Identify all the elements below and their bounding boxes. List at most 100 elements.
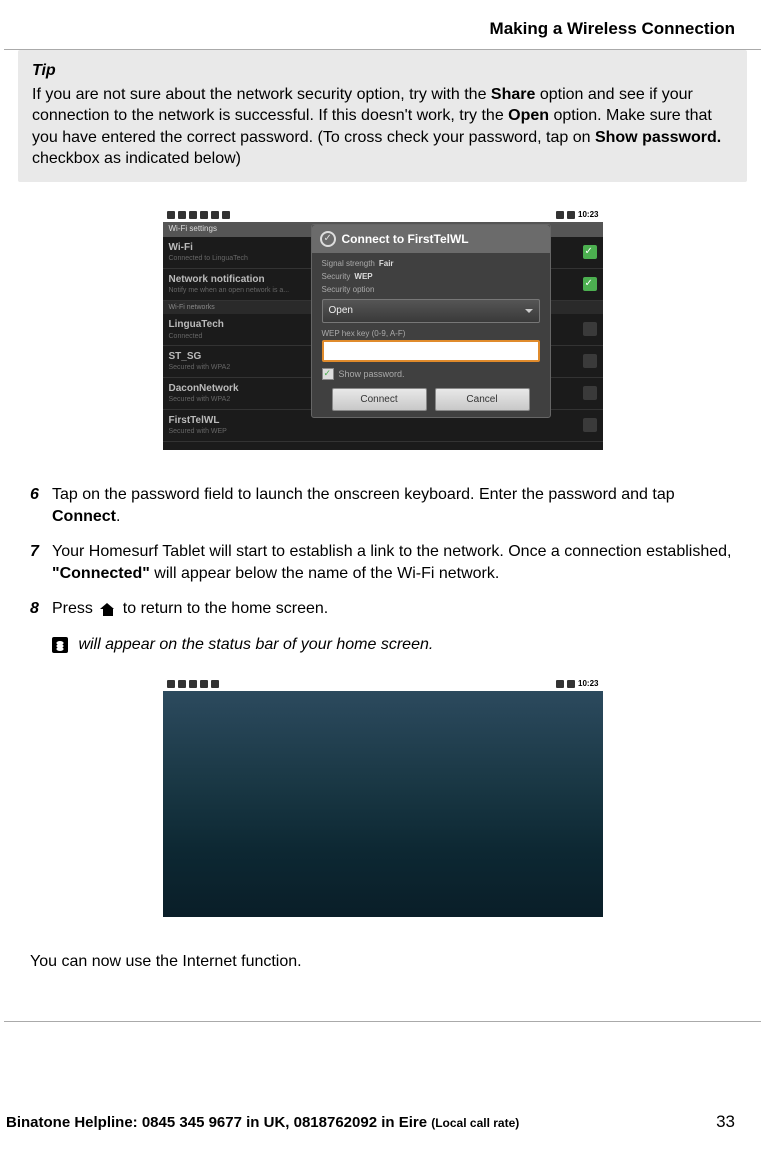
step-number: 7 (30, 541, 52, 584)
dialog-header: Connect to FirstTelWL (312, 225, 550, 253)
step-8: 8 Press to return to the home screen. (30, 598, 735, 620)
wifi-status-icon (52, 637, 68, 653)
password-input[interactable] (322, 340, 540, 362)
connect-check-icon (320, 231, 336, 247)
show-password-row[interactable]: Show password. (322, 368, 540, 380)
page-footer: Binatone Helpline: 0845 345 9677 in UK, … (0, 1111, 765, 1134)
checkbox-checked-icon[interactable] (583, 245, 597, 259)
step-6-bold: Connect (52, 508, 116, 525)
status-time: 10:23 (578, 679, 598, 690)
status-bar: 10:23 (163, 677, 603, 691)
page-number: 33 (716, 1111, 735, 1134)
note-text: will appear on the status bar of your ho… (74, 636, 433, 653)
signal-lock-icon (583, 354, 597, 368)
wifi-network-sub: Secured with WPA2 (169, 395, 239, 404)
footer-helpline-small: (Local call rate) (431, 1116, 519, 1130)
tip-p4: checkbox as indicated below) (32, 150, 241, 167)
wifi-network-name: FirstTelWL (169, 414, 227, 428)
tip-p1: If you are not sure about the network se… (32, 86, 491, 103)
security-label: Security (322, 272, 351, 283)
wifi-network-sub: Connected (169, 332, 224, 341)
tip-bold-showpw: Show password. (595, 129, 721, 146)
wifi-status-note: will appear on the status bar of your ho… (52, 634, 735, 656)
step-text: Your Homesurf Tablet will start to estab… (52, 541, 735, 584)
checkbox-checked-icon[interactable] (583, 277, 597, 291)
cancel-button[interactable]: Cancel (435, 388, 530, 412)
connect-button[interactable]: Connect (332, 388, 427, 412)
step-number: 8 (30, 598, 52, 620)
step-6-p2: . (116, 508, 120, 525)
wifi-row-name: Network notification (169, 273, 290, 287)
wifi-network-sub: Secured with WPA2 (169, 363, 231, 372)
status-icon (222, 211, 230, 219)
android-screenshot-2: 10:23 (163, 677, 603, 917)
screenshot-2-frame: 10:23 (18, 659, 747, 935)
status-icon (200, 680, 208, 688)
status-icon (211, 211, 219, 219)
status-bar: 10:23 (163, 208, 603, 222)
status-icon (556, 211, 564, 219)
signal-lock-icon (583, 386, 597, 400)
screenshot-1-frame: 10:23 Wi-Fi settings Wi-Fi Connected to … (18, 190, 747, 468)
wifi-network-name: LinguaTech (169, 318, 224, 332)
tip-bold-share: Share (491, 86, 535, 103)
footer-helpline-bold: Binatone Helpline: 0845 345 9677 in UK, … (6, 1114, 431, 1131)
status-icon (167, 680, 175, 688)
dialog-title: Connect to FirstTelWL (342, 231, 469, 247)
footer-helpline: Binatone Helpline: 0845 345 9677 in UK, … (6, 1113, 519, 1133)
signal-strength-label: Signal strength (322, 259, 375, 270)
tip-box: Tip If you are not sure about the networ… (18, 50, 747, 182)
signal-strength-value: Fair (379, 259, 394, 270)
step-text: Press to return to the home screen. (52, 598, 735, 620)
step-7-p1: Your Homesurf Tablet will start to estab… (52, 543, 731, 560)
hex-key-label: WEP hex key (0-9, A-F) (322, 329, 540, 340)
status-icon (200, 211, 208, 219)
home-icon (100, 603, 115, 616)
android-screenshot-1: 10:23 Wi-Fi settings Wi-Fi Connected to … (163, 208, 603, 450)
tip-bold-open: Open (508, 107, 549, 124)
wifi-network-name: DaconNetwork (169, 382, 239, 396)
status-icon (178, 211, 186, 219)
security-value: WEP (354, 272, 372, 283)
battery-icon (567, 680, 575, 688)
wifi-network-name: ST_SG (169, 350, 231, 364)
connect-dialog: Connect to FirstTelWL Signal strength Fa… (311, 224, 551, 419)
signal-lock-icon (583, 418, 597, 432)
tip-text: If you are not sure about the network se… (32, 84, 733, 170)
step-7: 7 Your Homesurf Tablet will start to est… (30, 541, 735, 584)
wifi-row-sub: Notify me when an open network is a... (169, 286, 290, 295)
wifi-network-sub: Secured with WEP (169, 427, 227, 436)
status-icon (189, 680, 197, 688)
status-icon (167, 211, 175, 219)
battery-icon (567, 211, 575, 219)
dialog-body: Signal strength Fair Security WEP Securi… (312, 253, 550, 417)
step-list: 6 Tap on the password field to launch th… (30, 484, 735, 620)
chevron-down-icon (525, 309, 533, 313)
tip-label: Tip (32, 60, 733, 82)
wifi-status-icon (556, 680, 564, 688)
signal-icon (583, 322, 597, 336)
step-8-p1: Press (52, 600, 97, 617)
step-6: 6 Tap on the password field to launch th… (30, 484, 735, 527)
security-option-select[interactable]: Open (322, 299, 540, 323)
step-7-bold: "Connected" (52, 565, 150, 582)
step-number: 6 (30, 484, 52, 527)
status-time: 10:23 (578, 210, 598, 221)
wifi-row-sub: Connected to LinguaTech (169, 254, 248, 263)
status-icon (189, 211, 197, 219)
show-password-label: Show password. (339, 368, 405, 380)
step-7-p2: will appear below the name of the Wi-Fi … (150, 565, 499, 582)
closing-text: You can now use the Internet function. (30, 951, 735, 973)
security-option-label: Security option (322, 285, 375, 296)
step-text: Tap on the password field to launch the … (52, 484, 735, 527)
footer-divider (4, 1021, 761, 1022)
page-header-title: Making a Wireless Connection (0, 0, 765, 49)
status-icon (178, 680, 186, 688)
select-value: Open (329, 304, 353, 318)
status-icon (211, 680, 219, 688)
home-screen-wallpaper (163, 691, 603, 917)
step-8-p2: to return to the home screen. (118, 600, 328, 617)
checkbox-icon[interactable] (322, 368, 334, 380)
wifi-row-name: Wi-Fi (169, 241, 248, 255)
step-6-p1: Tap on the password field to launch the … (52, 486, 675, 503)
